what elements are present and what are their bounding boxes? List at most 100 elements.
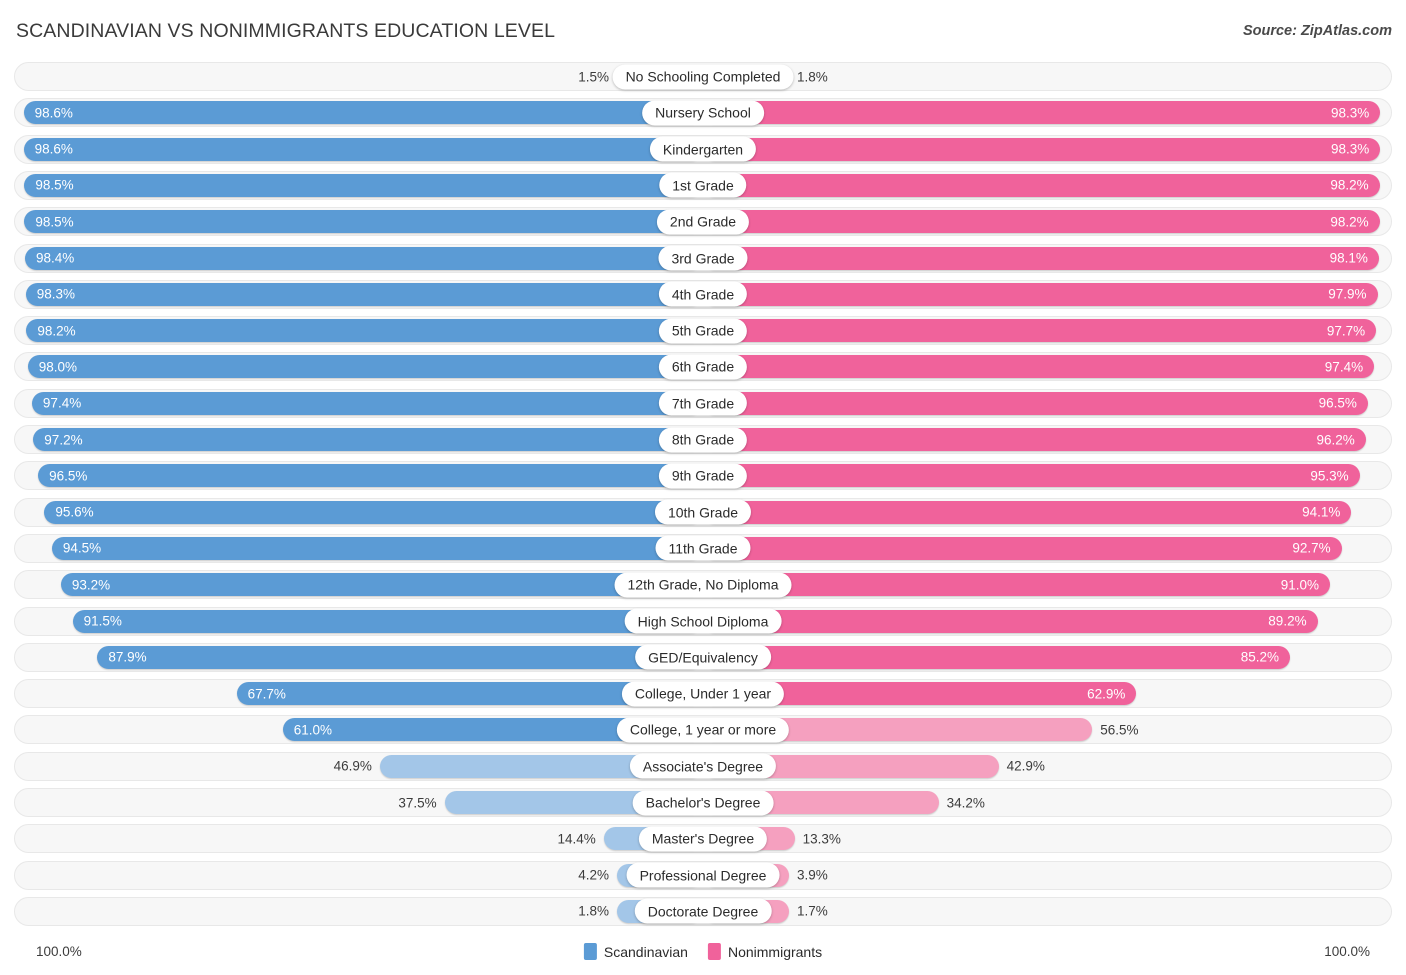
bar-row: 87.9% 85.2% GED/Equivalency	[14, 642, 1392, 672]
category-label-pill: 7th Grade	[658, 390, 748, 416]
bar-value-label: 91.0%	[1280, 577, 1319, 593]
bar-row: 94.5% 92.7% 11th Grade	[14, 533, 1392, 563]
bar-left-scandinavian: 98.3%	[25, 282, 703, 306]
bar-value-label: 97.9%	[1328, 286, 1367, 302]
bar-row: 95.6% 94.1% 10th Grade	[14, 497, 1392, 527]
category-label-pill: 10th Grade	[654, 499, 752, 525]
bar-value-label: 85.2%	[1240, 649, 1280, 665]
bar-value-label: 98.5%	[35, 177, 74, 193]
bar-row: 1.5% 1.8% No Schooling Completed	[14, 62, 1392, 91]
bar-row: 37.5% 34.2% Bachelor's Degree	[14, 788, 1392, 817]
bar-right-nonimmigrants: 98.2%	[703, 210, 1380, 234]
legend-item: Nonimmigrants	[707, 943, 823, 960]
bar-value-label: 14.4%	[557, 831, 596, 847]
bar-left-scandinavian: 91.5%	[72, 609, 703, 633]
bar-left-scandinavian: 98.5%	[24, 173, 703, 197]
category-label-pill: No Schooling Completed	[612, 64, 794, 89]
bar-row: 61.0% 56.5% College, 1 year or more	[14, 715, 1392, 745]
bar-value-label: 96.5%	[49, 468, 88, 484]
bar-value-label: 98.3%	[1331, 141, 1370, 157]
category-label-pill: Kindergarten	[649, 136, 757, 162]
bar-value-label: 98.2%	[1330, 177, 1369, 193]
category-label-pill: Associate's Degree	[629, 753, 777, 779]
bar-value-label: 98.5%	[35, 214, 74, 230]
bar-row: 97.4% 96.5% 7th Grade	[14, 388, 1392, 418]
category-label-pill: Doctorate Degree	[634, 898, 772, 924]
bar-value-label: 97.7%	[1326, 323, 1366, 339]
bar-value-label: 1.8%	[578, 903, 609, 919]
bar-right-nonimmigrants: 98.1%	[703, 246, 1379, 270]
category-label-pill: 2nd Grade	[656, 209, 750, 235]
bar-value-label: 98.6%	[34, 141, 73, 157]
bar-row: 98.6% 98.3% Kindergarten	[14, 134, 1392, 164]
category-label-pill: College, 1 year or more	[616, 717, 790, 743]
bar-value-label: 13.3%	[802, 831, 841, 847]
bar-row: 98.5% 98.2% 1st Grade	[14, 170, 1392, 200]
bar-value-label: 94.1%	[1302, 504, 1341, 520]
bar-value-label: 94.5%	[62, 540, 102, 556]
bar-left-scandinavian: 98.2%	[26, 319, 703, 343]
bar-value-label: 93.2%	[71, 577, 111, 593]
category-label-pill: Professional Degree	[626, 862, 780, 888]
bar-left-scandinavian: 98.6%	[23, 101, 703, 125]
category-label-pill: Nursery School	[642, 100, 764, 126]
bar-value-label: 87.9%	[108, 649, 147, 665]
bar-right-nonimmigrants: 94.1%	[703, 500, 1352, 524]
bar-value-label: 34.2%	[946, 795, 985, 810]
bar-left-scandinavian: 96.5%	[38, 464, 703, 488]
bar-row: 67.7% 62.9% College, Under 1 year	[14, 679, 1392, 709]
bar-value-label: 98.0%	[38, 359, 78, 375]
bar-value-label: 98.1%	[1329, 250, 1368, 266]
bar-row: 4.2% 3.9% Professional Degree	[14, 860, 1392, 890]
bar-left-scandinavian: 97.2%	[33, 428, 703, 451]
chart-footer: 100.0% Scandinavian Nonimmigrants 100.0%	[0, 936, 1406, 975]
bar-right-nonimmigrants: 98.3%	[703, 101, 1381, 125]
bar-row: 98.2% 97.7% 5th Grade	[14, 316, 1392, 346]
bar-value-label: 95.6%	[55, 504, 94, 520]
bar-left-scandinavian: 98.5%	[24, 210, 703, 234]
category-label-pill: 3rd Grade	[658, 245, 748, 271]
axis-label-left: 100.0%	[36, 944, 82, 959]
bar-row: 98.5% 98.2% 2nd Grade	[14, 207, 1392, 237]
chart-header: SCANDINAVIAN VS NONIMMIGRANTS EDUCATION …	[0, 0, 1406, 58]
chart-legend: Scandinavian Nonimmigrants	[583, 943, 823, 960]
legend-label: Nonimmigrants	[727, 943, 823, 960]
bar-value-label: 98.4%	[36, 250, 75, 266]
bar-right-nonimmigrants: 92.7%	[703, 536, 1342, 560]
category-label-pill: 4th Grade	[658, 281, 748, 307]
bar-row: 96.5% 95.3% 9th Grade	[14, 461, 1392, 491]
bar-left-scandinavian: 87.9%	[97, 645, 703, 669]
bar-value-label: 97.4%	[1324, 359, 1364, 375]
bar-row: 97.2% 96.2% 8th Grade	[14, 425, 1392, 454]
bar-left-scandinavian: 97.4%	[31, 391, 703, 415]
bar-row: 1.8% 1.7% Doctorate Degree	[14, 896, 1392, 926]
category-label-pill: 1st Grade	[659, 172, 747, 198]
bar-value-label: 91.5%	[83, 613, 122, 629]
category-label-pill: 12th Grade, No Diploma	[614, 572, 792, 598]
bar-rows-container: 1.5% 1.8% No Schooling Completed 98.6% 98.3%…	[0, 62, 1406, 934]
bar-right-nonimmigrants: 89.2%	[703, 609, 1318, 633]
category-label-pill: 9th Grade	[658, 463, 748, 489]
category-label-pill: Bachelor's Degree	[632, 790, 774, 815]
bar-value-label: 96.5%	[1318, 395, 1357, 411]
bar-value-label: 89.2%	[1268, 613, 1307, 629]
bar-left-scandinavian: 93.2%	[60, 573, 703, 597]
bar-value-label: 4.2%	[578, 867, 609, 883]
bar-left-scandinavian: 94.5%	[51, 536, 703, 560]
bar-right-nonimmigrants: 98.3%	[703, 137, 1381, 161]
category-label-pill: 11th Grade	[655, 535, 751, 561]
category-label-pill: Master's Degree	[638, 826, 768, 852]
bar-left-scandinavian: 98.4%	[25, 246, 703, 270]
page-title: SCANDINAVIAN VS NONIMMIGRANTS EDUCATION …	[16, 20, 556, 42]
bar-value-label: 62.9%	[1087, 686, 1126, 702]
bar-right-nonimmigrants: 97.4%	[703, 355, 1375, 379]
bar-value-label: 1.5%	[578, 69, 609, 84]
source-attribution: Source: ZipAtlas.com	[1242, 23, 1392, 39]
bar-value-label: 97.2%	[44, 432, 83, 447]
legend-label: Scandinavian	[603, 943, 688, 960]
bar-right-nonimmigrants: 97.9%	[703, 282, 1378, 306]
category-label-pill: High School Diploma	[624, 608, 782, 634]
bar-right-nonimmigrants: 97.7%	[703, 319, 1377, 343]
bar-row: 91.5% 89.2% High School Diploma	[14, 606, 1392, 636]
category-label-pill: 6th Grade	[658, 354, 748, 380]
